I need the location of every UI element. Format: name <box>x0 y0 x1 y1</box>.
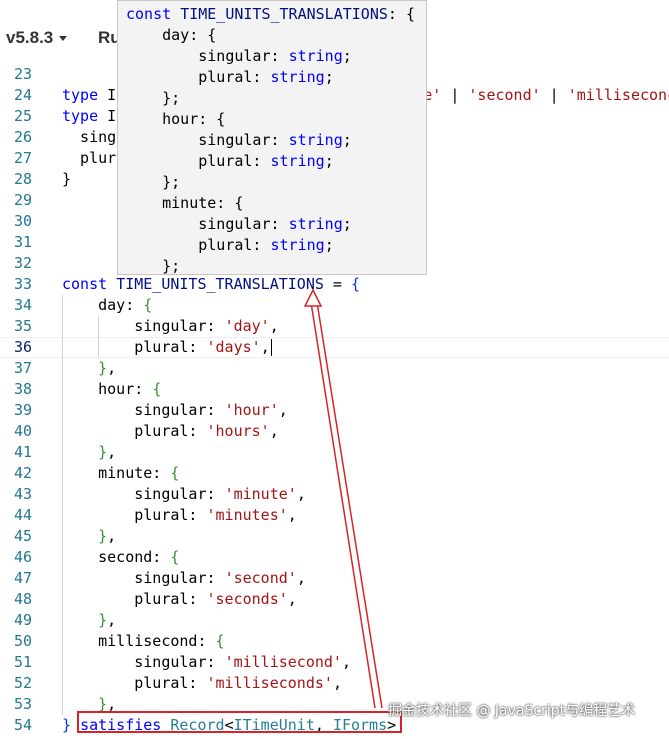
arrow-head <box>303 288 323 307</box>
arrow-line-left <box>309 295 376 709</box>
annotation-arrows <box>303 288 383 709</box>
watermark: 掘金技术社区 @ JavaScript与编程艺术 <box>388 703 636 719</box>
arrow-line-right <box>315 295 383 709</box>
